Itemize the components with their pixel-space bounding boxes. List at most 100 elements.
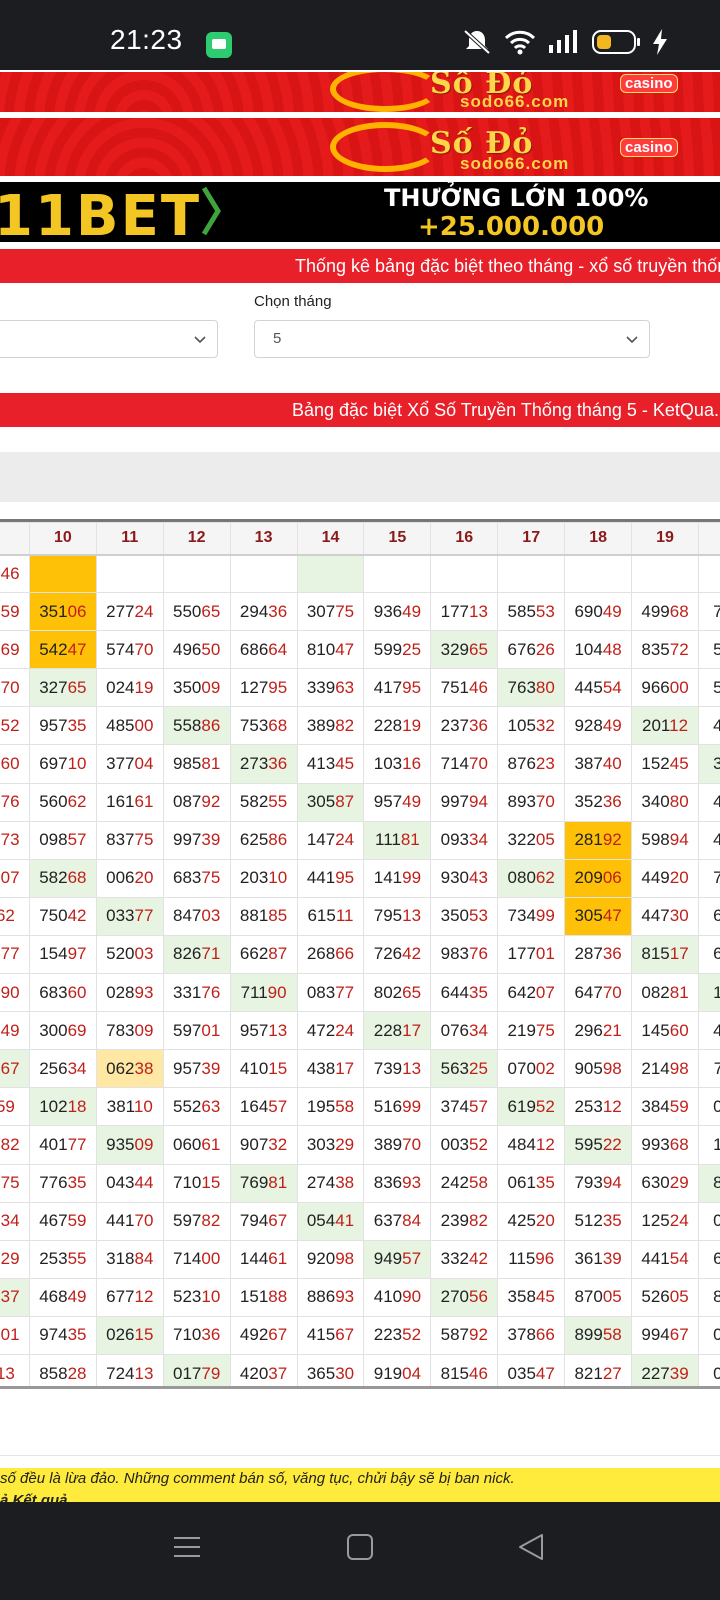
result-tail-digits: 09: [134, 1134, 154, 1154]
result-head-digits: 726: [373, 944, 403, 964]
result-cell: 1083: [697, 973, 720, 1013]
result-head-digits: 550: [173, 601, 202, 621]
result-cell: 15497: [28, 934, 97, 975]
menu-icon[interactable]: [172, 1532, 202, 1567]
sodo-banner-top[interactable]: Số Đỏ casino sodo66.com: [0, 72, 720, 112]
result-cell: 71470: [430, 744, 499, 784]
result-tail-digits: 95: [335, 868, 355, 888]
result-head-digits: 776: [39, 1173, 68, 1193]
result-tail-digits: 49: [402, 792, 422, 812]
table-row: 7636954247574704965068664810475992532965…: [0, 630, 720, 670]
result-head-digits: 920: [306, 1249, 336, 1269]
table-row: 7177032765024193500912795339634179575146…: [0, 668, 720, 708]
bet-headline: THƯỞNG LỚN 100%: [384, 184, 649, 212]
result-cell: 7114: [697, 1049, 720, 1089]
result-tail-digits: 49: [602, 715, 622, 735]
result-cell: 35236: [564, 782, 633, 822]
result-head-digits: 993: [641, 1134, 670, 1154]
result-cell: 68375: [162, 858, 231, 898]
result-tail-digits: 62: [535, 868, 555, 888]
result-head-digits: 886: [306, 1287, 336, 1307]
11bet-banner[interactable]: 11BET THƯỞNG LỚN 100% +25.000.000: [0, 182, 720, 242]
result-cell: [430, 553, 499, 594]
result-cell: 92849: [564, 706, 633, 746]
result-tail-digits: 98: [669, 1058, 689, 1078]
screen: 21:23 Số Đỏ casino sodo66.com Số Đỏ casi…: [0, 0, 720, 1600]
result-tail-digits: 38: [134, 1058, 154, 1078]
result-tail-digits: 24: [335, 830, 355, 850]
result-head-digits: 835: [641, 639, 670, 659]
result-head-digits: 499: [641, 601, 670, 621]
home-icon[interactable]: [346, 1532, 374, 1567]
result-cell: 38982: [296, 706, 365, 746]
result-tail-digits: 10: [133, 1096, 153, 1116]
result-tail-digits: 70: [0, 677, 20, 697]
result-tail-digits: 34: [0, 1211, 20, 1231]
result-head-digits: 492: [239, 1325, 269, 1345]
result-cell: 52310: [162, 1277, 231, 1317]
result-head-digits: 060: [173, 1134, 202, 1154]
result-cell: 96600: [631, 668, 699, 708]
result-cell: 61511: [296, 896, 365, 936]
result-cell: 20112: [631, 706, 699, 746]
result-head-digits: 374: [440, 1096, 470, 1116]
divider: [0, 1455, 720, 1456]
result-head-digits: 676: [507, 639, 536, 659]
result-tail-digits: 80: [535, 677, 555, 697]
result-cell: 07634: [430, 1011, 499, 1051]
result-tail-digits: 43: [469, 868, 488, 888]
result-head-digits: 849: [713, 1287, 720, 1306]
result-tail-digits: 02: [535, 1058, 555, 1078]
day-header-12: 12: [162, 522, 231, 556]
sodo-banner[interactable]: Số Đỏ casino sodo66.com: [0, 118, 720, 176]
result-tail-digits: 70: [469, 754, 488, 774]
back-icon[interactable]: [516, 1532, 546, 1567]
result-cell: 93043: [430, 858, 499, 898]
result-head-digits: 512: [574, 1211, 603, 1231]
result-tail-digits: 05: [535, 830, 555, 850]
result-head-digits: 815: [440, 1363, 470, 1383]
result-head-digits: 332: [440, 1249, 470, 1269]
result-head-digits: 484: [713, 830, 720, 849]
result-cell: 05441: [296, 1201, 365, 1241]
result-cell: 73052: [0, 706, 30, 746]
result-tail-digits: 01: [535, 944, 555, 964]
result-tail-digits: 22: [602, 1134, 622, 1154]
result-head-digits: 597: [173, 1020, 202, 1040]
result-cell: 10532: [497, 706, 566, 746]
result-tail-digits: 58: [602, 1325, 622, 1345]
result-head-digits: 445: [574, 677, 603, 697]
result-cell: 4303: [697, 782, 720, 822]
result-cell: 37866: [497, 1315, 566, 1355]
result-tail-digits: 64: [268, 639, 288, 659]
result-tail-digits: 35: [67, 715, 87, 735]
result-tail-digits: 68: [669, 601, 689, 621]
result-tail-digits: 75: [201, 868, 221, 888]
result-cell: [564, 553, 633, 594]
result-tail-digits: 47: [602, 906, 622, 926]
result-head-digits: 413: [306, 754, 336, 774]
result-cell: 69049: [564, 592, 633, 632]
notice-bar: số đều là lừa đảo. Những comment bán số,…: [0, 1468, 720, 1502]
result-cell: 04344: [95, 1163, 164, 1203]
result-tail-digits: 93: [335, 1287, 355, 1307]
month-select[interactable]: 5: [254, 320, 650, 358]
result-head-digits: 273: [239, 754, 269, 774]
year-select[interactable]: [0, 320, 218, 358]
result-head-digits: 080: [507, 868, 536, 888]
result-cell: 78937: [0, 1277, 30, 1317]
result-head-digits: 582: [39, 868, 68, 888]
day-header-15: 15: [363, 522, 432, 556]
result-head-digits: 711: [240, 982, 268, 1002]
result-tail-digits: 75: [134, 830, 154, 850]
result-cell: 51235: [564, 1201, 633, 1241]
result-cell: 14560: [631, 1011, 699, 1051]
result-head-digits: 115: [508, 1249, 536, 1269]
result-cell: 8516: [697, 1163, 720, 1203]
result-head-digits: 630: [641, 1173, 670, 1193]
result-tail-digits: 57: [402, 1249, 422, 1269]
result-head-digits: 082: [641, 982, 670, 1002]
result-head-digits: 352: [574, 792, 603, 812]
result-tail-digits: 46: [0, 563, 20, 583]
result-cell: 43817: [296, 1049, 365, 1089]
